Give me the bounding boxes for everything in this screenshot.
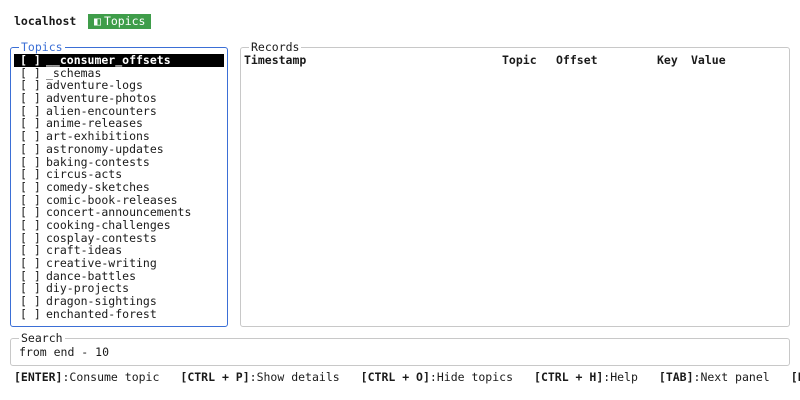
topic-item[interactable]: [ ] enchanted-forest (14, 306, 224, 321)
topic-list[interactable]: [ ] __consumer_offsets[ ] _schemas[ ] adven… (14, 54, 224, 320)
topics-panel[interactable]: Topics [ ] __consumer_offsets[ ] _schemas[… (10, 40, 228, 327)
shortcut-key: [ENTER] (14, 370, 63, 384)
host-label: localhost (14, 14, 77, 28)
topic-checkbox[interactable]: [ ] (20, 143, 46, 156)
shortcut-description: :Consume topic (62, 370, 160, 384)
shortcut-key: [CTRL + H] (534, 370, 604, 384)
records-panel-title: Records (249, 40, 302, 54)
shortcut-key: [TAB] (658, 370, 694, 384)
tab-topics[interactable]: ◧ Topics (88, 14, 152, 29)
topic-checkbox[interactable]: [ ] (20, 219, 46, 232)
panel-icon: ◧ (94, 14, 101, 28)
search-panel[interactable]: Search from end - 10 (10, 331, 790, 366)
topic-checkbox[interactable]: [ ] (20, 168, 46, 181)
topic-checkbox[interactable]: [ ] (20, 130, 46, 143)
topic-name: enchanted-forest (46, 306, 157, 321)
column-header-timestamp[interactable]: Timestamp (244, 54, 306, 67)
shortcut-key: [CTRL + P] (180, 370, 250, 384)
column-header-topic[interactable]: Topic (502, 54, 537, 67)
topic-checkbox[interactable]: [ ] (20, 92, 46, 105)
column-header-offset[interactable]: Offset (556, 54, 598, 67)
topic-checkbox[interactable]: [ ] (20, 181, 46, 194)
topics-panel-title: Topics (19, 40, 65, 54)
topic-checkbox[interactable]: [ ] (20, 54, 46, 67)
shortcut-key: [E (790, 370, 800, 384)
search-input[interactable]: from end - 10 (19, 346, 109, 359)
search-panel-title: Search (19, 331, 65, 345)
column-header-value[interactable]: Value (691, 54, 726, 67)
column-header-key[interactable]: Key (657, 54, 678, 67)
topic-checkbox[interactable]: [ ] (20, 257, 46, 270)
shortcut-key: [CTRL + O] (360, 370, 430, 384)
topic-checkbox[interactable]: [ ] (20, 308, 46, 321)
shortcut-description: :Show details (249, 370, 340, 384)
shortcut-bar: [ENTER]:Consume topic [CTRL + P]:Show det… (14, 370, 800, 384)
shortcut-description: :Next panel (693, 370, 770, 384)
topic-checkbox[interactable]: [ ] (20, 295, 46, 308)
records-panel[interactable]: Records Timestamp Topic Offset Key Value (240, 40, 790, 327)
shortcut-description: :Help (603, 370, 638, 384)
shortcut-description: :Hide topics (429, 370, 514, 384)
tab-topics-label: Topics (103, 14, 146, 28)
